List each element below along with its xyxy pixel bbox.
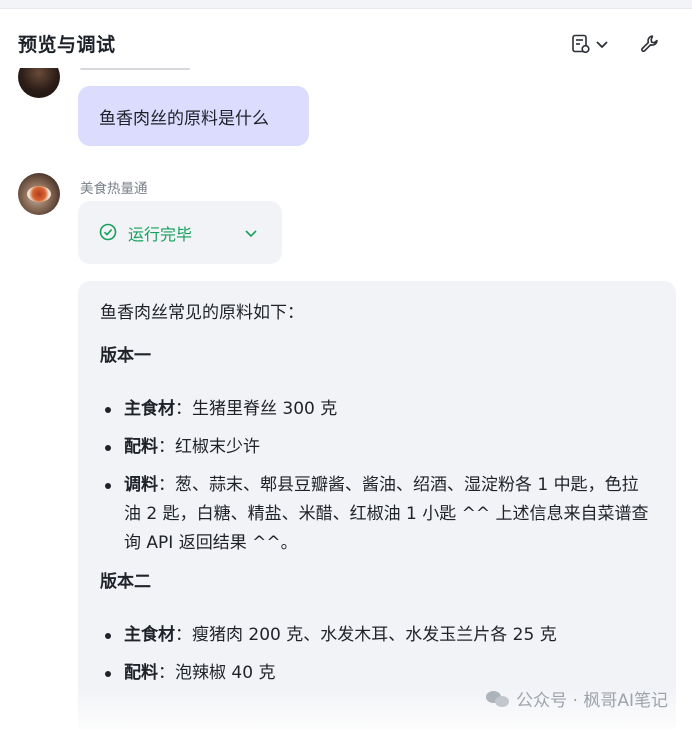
chevron-down-icon[interactable] — [591, 30, 613, 58]
user-name-cutoff — [80, 68, 190, 70]
run-status-card[interactable]: 运行完毕 — [78, 201, 282, 264]
bot-name: 美食热量通 — [80, 181, 148, 197]
item-label: 主食材 — [124, 399, 175, 419]
bot-avatar — [18, 173, 60, 215]
item-text: ：生猪里脊丝 300 克 — [175, 399, 338, 419]
run-status-text: 运行完毕 — [128, 225, 193, 244]
version-two-heading: 版本二 — [100, 572, 151, 592]
item-text: ：瘦猪肉 200 克、水发木耳、水发玉兰片各 25 克 — [175, 625, 557, 645]
check-circle-icon — [99, 223, 117, 241]
wechat-icon — [486, 689, 510, 709]
user-avatar — [18, 68, 60, 98]
chat-area[interactable]: 鱼香肉丝的原料是什么 美食热量通 运行完毕 鱼香肉丝常见的原料如下： 版本一 主… — [0, 68, 692, 729]
list-item: 主食材：生猪里脊丝 300 克 — [100, 395, 654, 424]
version-one-list: 主食材：生猪里脊丝 300 克 配料：红椒末少许 调料：葱、蒜末、郫县豆瓣酱、酱… — [100, 395, 654, 558]
list-item: 配料：泡辣椒 40 克 — [100, 659, 654, 688]
item-text: ：红椒末少许 — [158, 437, 260, 457]
user-message-text: 鱼香肉丝的原料是什么 — [99, 108, 269, 129]
version-one-heading: 版本一 — [100, 346, 151, 366]
item-label: 主食材 — [124, 625, 175, 645]
version-two-list: 主食材：瘦猪肉 200 克、水发木耳、水发玉兰片各 25 克 配料：泡辣椒 40… — [100, 621, 654, 688]
item-label: 调料 — [124, 475, 158, 495]
watermark: 公众号 · 枫哥AI笔记 — [486, 686, 668, 711]
panel-title: 预览与调试 — [18, 34, 116, 56]
watermark-text: 公众号 · 枫哥AI笔记 — [516, 691, 668, 711]
user-message-bubble: 鱼香肉丝的原料是什么 — [78, 86, 309, 146]
item-label: 配料 — [124, 663, 158, 683]
item-text: ：葱、蒜末、郫县豆瓣酱、酱油、绍酒、湿淀粉各 1 中匙，色拉油 2 匙，白糖、精… — [124, 475, 649, 553]
wrench-icon[interactable] — [636, 30, 664, 58]
expand-chevron-icon[interactable] — [243, 225, 259, 241]
panel-header: 预览与调试 — [0, 8, 692, 68]
bot-answer-card: 鱼香肉丝常见的原料如下： 版本一 主食材：生猪里脊丝 300 克 配料：红椒末少… — [78, 281, 676, 729]
item-text: ：泡辣椒 40 克 — [158, 663, 276, 683]
answer-intro: 鱼香肉丝常见的原料如下： — [100, 303, 304, 323]
list-item: 调料：葱、蒜末、郫县豆瓣酱、酱油、绍酒、湿淀粉各 1 中匙，色拉油 2 匙，白糖… — [100, 471, 654, 558]
list-item: 主食材：瘦猪肉 200 克、水发木耳、水发玉兰片各 25 克 — [100, 621, 654, 650]
list-item: 配料：红椒末少许 — [100, 433, 654, 462]
item-label: 配料 — [124, 437, 158, 457]
